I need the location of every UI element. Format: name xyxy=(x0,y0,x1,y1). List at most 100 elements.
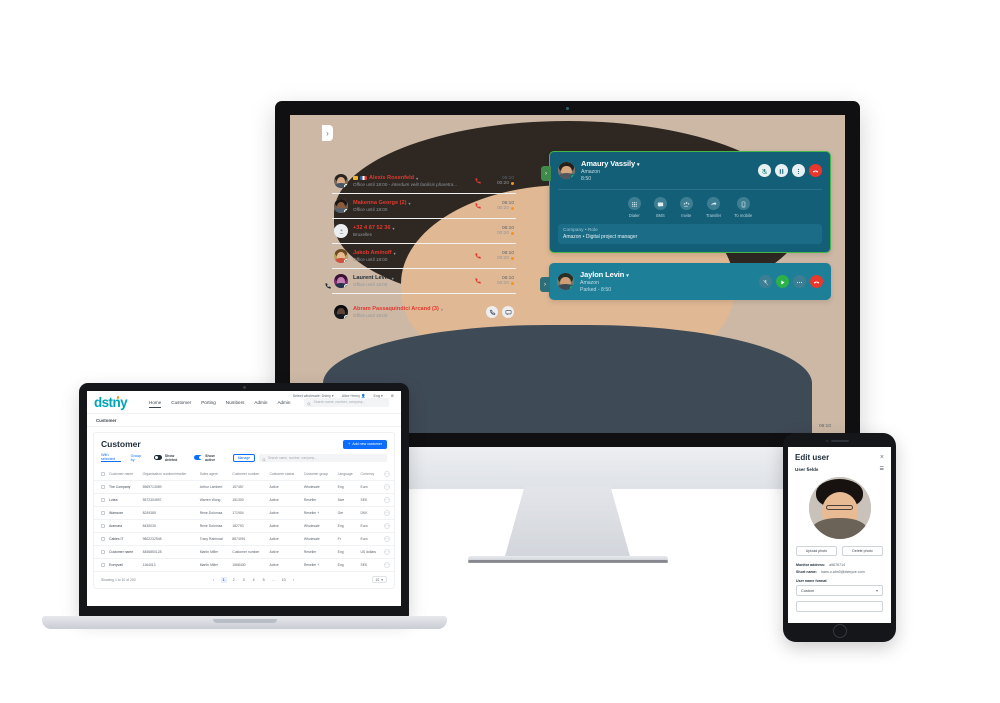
resume-button[interactable] xyxy=(776,275,789,288)
cell-group: Reseller + xyxy=(301,558,336,572)
call-action-transfer[interactable]: Transfer xyxy=(706,197,721,218)
page-4[interactable]: 4 xyxy=(251,577,257,583)
row-checkbox[interactable] xyxy=(94,545,107,559)
gear-icon[interactable]: ⚙ xyxy=(391,394,394,398)
cell-customer-number: 182793 xyxy=(230,519,268,533)
chevron-right-icon[interactable]: › xyxy=(541,166,551,181)
call-history-row[interactable]: Alexis Rosenfeld ▾ Office until 18:00 - … xyxy=(332,169,516,194)
parked-call-card[interactable]: › Jaylon Levin ▾ Amazon Parked - 8:50 xyxy=(540,263,831,300)
nav-item-porting[interactable]: Porting xyxy=(201,400,216,405)
nav-item-admin-2[interactable]: Admin xyxy=(277,400,290,405)
menu-icon[interactable]: ☰ xyxy=(880,466,884,472)
row-actions[interactable]: ⋯ xyxy=(381,480,394,494)
page-5[interactable]: 5 xyxy=(261,577,267,583)
active-call-identity: Amaury Vassily ▾ Amazon 8:50 xyxy=(581,159,640,182)
chevron-right-icon[interactable]: › xyxy=(540,277,550,292)
column-customer-name[interactable]: Customer name xyxy=(107,468,141,481)
sidebar-expand-button[interactable]: › xyxy=(322,125,333,141)
language-selector[interactable]: Eng ▾ xyxy=(374,394,383,398)
call-history-row[interactable]: Laurent Levin▾ Office until 18:00 06:10 xyxy=(325,269,516,294)
column-organisation-number[interactable]: Organisation number/reseller xyxy=(140,468,198,481)
row-actions[interactable]: ⋯ xyxy=(381,558,394,572)
nav-item-home[interactable]: Home xyxy=(149,400,162,408)
table-body: The Company 5569713089 Arthur Lambert 15… xyxy=(94,480,394,572)
hangup-button[interactable] xyxy=(809,164,822,177)
nav-item-numbers[interactable]: Numbers xyxy=(226,400,245,405)
table-row[interactable]: Wamcom 8249385 Rene Dolorosa 171904 Acti… xyxy=(94,506,394,520)
call-history-row[interactable]: Jakob Aminoff▾ Office until 18:00 06:10 xyxy=(332,244,516,269)
row-actions[interactable]: ⋯ xyxy=(381,519,394,533)
page-3[interactable]: 3 xyxy=(241,577,247,583)
row-checkbox[interactable] xyxy=(94,493,107,507)
select-all-checkbox[interactable] xyxy=(94,468,107,481)
call-history-row[interactable]: Makenna George (2) ▾ Office until 18:00 0… xyxy=(332,194,516,219)
page-10[interactable]: 10 xyxy=(281,577,287,583)
table-row[interactable]: Aramara 8430030 Rene Dolorosa 182793 Act… xyxy=(94,519,394,533)
more-button[interactable] xyxy=(792,164,805,177)
column-language[interactable]: Language xyxy=(335,468,359,481)
user-menu[interactable]: Alice Henry 👤 xyxy=(342,394,366,398)
hold-button[interactable] xyxy=(775,164,788,177)
row-checkbox[interactable] xyxy=(94,506,107,520)
row-actions[interactable]: ⋯ xyxy=(381,493,394,507)
row-checkbox[interactable] xyxy=(94,558,107,572)
nav-item-admin[interactable]: Admin xyxy=(254,400,267,405)
wholesale-selector[interactable]: Select wholesale: Dstny ▾ xyxy=(293,394,334,398)
mute-button[interactable] xyxy=(758,164,771,177)
global-search-input[interactable]: Search name, number, company... xyxy=(304,397,390,407)
row-actions[interactable]: ⋯ xyxy=(381,532,394,546)
home-button[interactable] xyxy=(832,624,847,638)
mute-button[interactable] xyxy=(759,275,772,288)
row-checkbox[interactable] xyxy=(94,532,107,546)
column-sales-agent[interactable]: Sales agent xyxy=(197,468,231,481)
column-customer-group[interactable]: Customer group xyxy=(301,468,336,481)
hangup-button[interactable] xyxy=(810,275,823,288)
active-call-card[interactable]: › Amaury Vassily ▾ Amazon 8:50 Dialer SM… xyxy=(541,151,831,253)
page-2[interactable]: 2 xyxy=(231,577,237,583)
page-prev[interactable]: ‹ xyxy=(211,577,217,583)
column-customer-number[interactable]: Customer number xyxy=(230,468,268,481)
chat-action-button[interactable] xyxy=(502,306,514,318)
upload-photo-button[interactable]: Upload photo xyxy=(796,546,837,556)
expanded-contact: Abram Passaquindici Arcand (3) ▾ Office u… xyxy=(332,300,516,321)
call-action-dialer[interactable]: Dialer xyxy=(627,197,641,218)
call-action-invite[interactable]: Invite xyxy=(679,197,693,218)
per-page-selector[interactable]: 10 ▾ xyxy=(371,576,387,583)
user-name-format-select[interactable]: Custom ▾ xyxy=(796,585,883,596)
table-row[interactable]: Lutea 5572304597 Warren Wong 151300 Acti… xyxy=(94,493,394,507)
group-by-link[interactable]: Group by xyxy=(131,454,144,462)
cell-status: Active xyxy=(267,506,302,520)
column-currency[interactable]: Currency xyxy=(358,468,382,481)
page-1[interactable]: 1 xyxy=(220,576,227,583)
global-search-placeholder: Search name, number, company... xyxy=(313,400,366,404)
table-row[interactable]: Cables IT 9802232948 Tracy Rabinowi 8874… xyxy=(94,532,394,546)
with-selected-link[interactable]: With selected xyxy=(101,453,121,462)
table-row[interactable]: Customer name 8456850128 Martin Miller C… xyxy=(94,545,394,559)
manage-button[interactable]: Manage xyxy=(232,453,255,462)
cell-sales-agent: Tracy Rabinowi xyxy=(197,532,231,546)
row-checkbox[interactable] xyxy=(94,480,107,494)
table-search-input[interactable]: Search name, number, company... xyxy=(259,453,387,462)
show-deleted-toggle[interactable]: Show deleted xyxy=(154,454,184,462)
row-actions[interactable]: ⋯ xyxy=(381,506,394,520)
table-row[interactable]: The Company 5569713089 Arthur Lambert 15… xyxy=(94,480,394,494)
dstny-logo[interactable]: dstny xyxy=(94,395,128,410)
delete-photo-button[interactable]: Delete photo xyxy=(842,546,883,556)
call-action-sms[interactable]: SMS xyxy=(653,197,667,218)
nav-item-customer[interactable]: Customer xyxy=(171,400,191,405)
call-history-row[interactable]: +32 4 87 52 36 ▾ Bruxelles 06:10 00:20 xyxy=(332,219,516,244)
user-photo[interactable] xyxy=(808,477,871,539)
extra-text-input[interactable] xyxy=(796,601,883,612)
row-actions[interactable]: ⋯ xyxy=(381,545,394,559)
call-action-to-mobile[interactable]: To mobile xyxy=(734,197,752,218)
page-next[interactable]: › xyxy=(291,577,297,583)
show-active-toggle[interactable]: Show active xyxy=(194,454,222,462)
column-customer-status[interactable]: Customer status xyxy=(267,468,302,481)
row-checkbox[interactable] xyxy=(94,519,107,533)
more-button[interactable] xyxy=(793,275,806,288)
add-new-customer-button[interactable]: + Add new customer xyxy=(343,439,387,449)
call-action-button[interactable] xyxy=(486,306,498,318)
close-icon[interactable]: × xyxy=(880,454,884,461)
avatar[interactable] xyxy=(290,115,845,433)
table-row[interactable]: Everyvall 1164013 Martin Miller 1568430 … xyxy=(94,558,394,572)
